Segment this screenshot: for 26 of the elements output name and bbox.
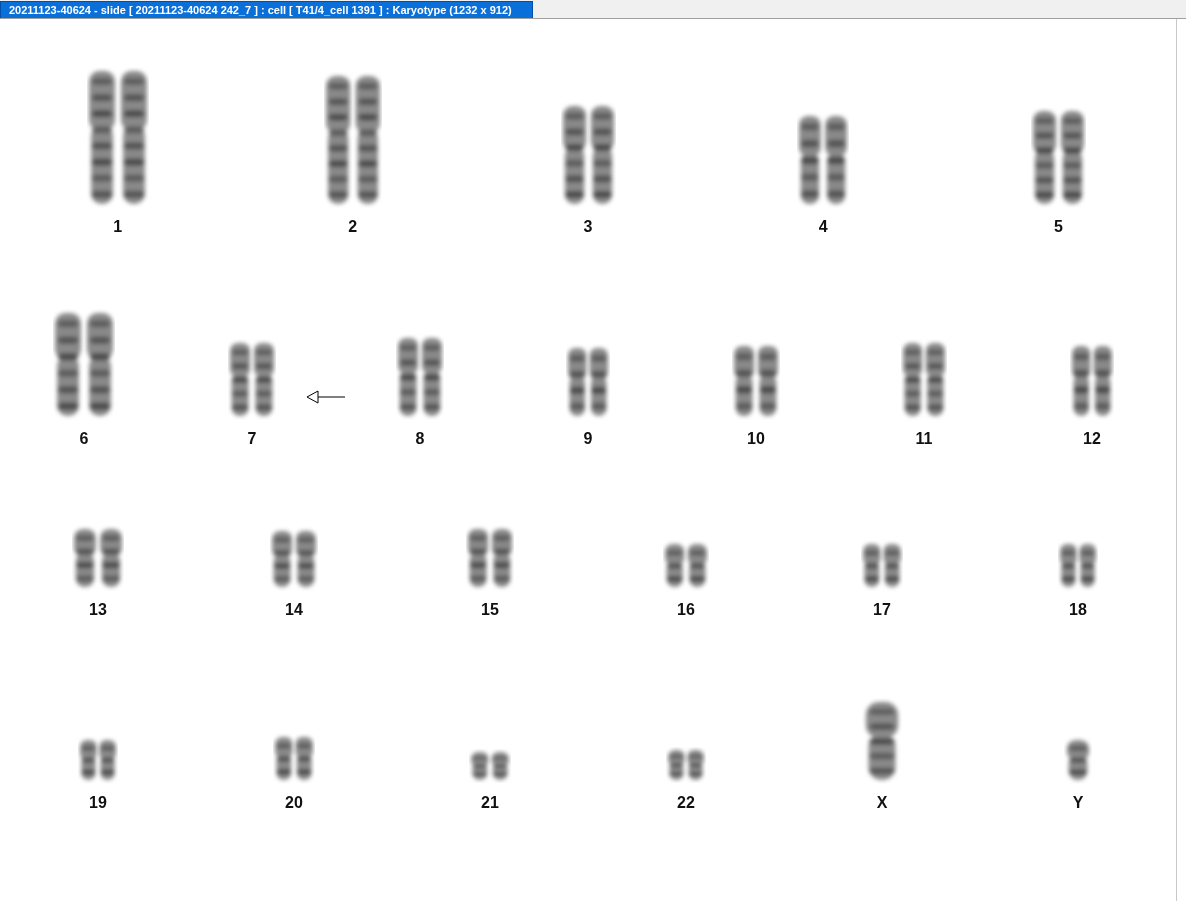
chromosome-label: 17 [873,601,891,619]
chromosome-label: 20 [285,794,303,812]
chromosome-label: 12 [1083,430,1101,448]
chromosome-label: 3 [583,218,593,236]
chromosome-label: 14 [285,601,303,619]
chromosome-label: 15 [481,601,499,619]
chromosome-label: 19 [89,794,107,812]
chromosome-label: 10 [747,430,765,448]
chromosome-label: 21 [481,794,499,812]
chromosome-label: 4 [818,218,828,236]
chromosome-label: Y [1072,794,1084,812]
chromosome-label: 16 [677,601,695,619]
chromosome-label: 2 [348,218,358,236]
chromosome-label: 11 [915,430,933,448]
chromosome-label: 9 [583,430,593,448]
chromosome-label: X [876,794,888,812]
chromosome-label: 6 [79,430,89,448]
chromosome-label: 1 [113,218,123,236]
chromosome-label: 18 [1069,601,1087,619]
chromosome-label: 22 [677,794,695,812]
chromosome-label: 5 [1053,218,1063,236]
chromosome-label: 13 [89,601,107,619]
window-title[interactable]: 20211123-40624 - slide [ 20211123-40624 242_7 ] : cell [ T41/4_cell 1391 ] : Karyotype (1232 x 912) [0,1,533,18]
chromosome-label: 7 [247,430,257,448]
arrow-icon [306,390,346,404]
chromosome-label: 8 [415,430,425,448]
